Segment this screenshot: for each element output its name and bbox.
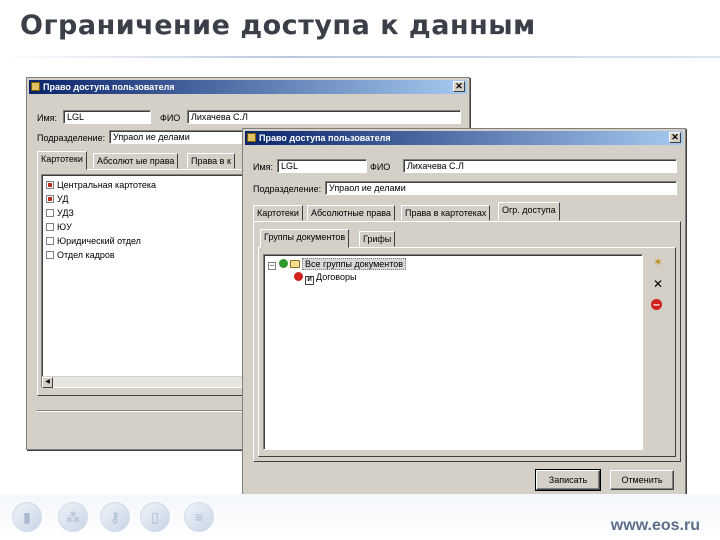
close-button[interactable]: ✕ <box>453 81 465 92</box>
name-field[interactable]: LGL <box>63 110 151 124</box>
tab-cards[interactable]: Картотеки <box>253 205 303 221</box>
front-window-title: Право доступа пользователя <box>259 133 391 143</box>
remove-icon[interactable]: – <box>651 298 662 310</box>
fio-label: ФИО <box>160 113 181 123</box>
tab-absolute-rights[interactable]: Абсолют ые права <box>93 153 179 169</box>
name-field[interactable]: LGL <box>277 159 367 173</box>
checkbox-icon[interactable] <box>46 195 54 203</box>
close-button[interactable]: ✕ <box>669 132 681 143</box>
add-icon[interactable]: ✶ <box>651 255 665 269</box>
dept-label: Подразделение: <box>253 184 322 194</box>
subtab-panel: – Все группы документов И Договоры ✶ ✕ – <box>258 247 676 457</box>
save-button[interactable]: Записать <box>535 469 601 491</box>
list-item[interactable]: Центральная картотека <box>46 179 156 191</box>
subtab-document-groups[interactable]: Группы документов <box>260 229 350 248</box>
tab-access-restriction[interactable]: Огр. доступа <box>498 202 560 221</box>
back-window-title: Право доступа пользователя <box>43 82 175 92</box>
dept-label: Подразделение: <box>37 133 106 143</box>
back-window-titlebar[interactable]: Право доступа пользователя ✕ <box>29 80 467 94</box>
book-icon: ▮ <box>12 502 42 532</box>
document-icon: ▯ <box>140 502 170 532</box>
cancel-button[interactable]: Отменить <box>610 470 674 490</box>
check-circle-icon <box>279 259 288 268</box>
tab-cards[interactable]: Картотеки <box>37 151 87 170</box>
tab-absolute-rights[interactable]: Абсолютные права <box>307 205 395 221</box>
fio-field[interactable]: Лихачева С.Л <box>187 110 461 124</box>
key-icon <box>31 82 40 91</box>
tree-icon: ⁂ <box>58 502 88 532</box>
checkbox-icon[interactable] <box>46 251 54 259</box>
checkbox-icon[interactable] <box>46 223 54 231</box>
tree-item-contracts[interactable]: И Договоры <box>294 271 356 285</box>
list-item[interactable]: Юридический отдел <box>46 235 141 247</box>
subtab-security-labels[interactable]: Грифы <box>359 231 396 247</box>
slide-title: Ограничение доступа к данным <box>20 10 536 41</box>
deny-icon <box>294 272 303 281</box>
fio-label: ФИО <box>370 162 391 172</box>
tab-rights-in-cards[interactable]: Права в картотеках <box>401 205 491 221</box>
tab-rights-in-cards[interactable]: Права в к <box>187 153 235 169</box>
footer-url[interactable]: www.eos.ru <box>611 517 700 535</box>
front-window-titlebar[interactable]: Право доступа пользователя ✕ <box>245 131 683 145</box>
clipboard-icon: ≡ <box>184 502 214 532</box>
fio-field[interactable]: Лихачева С.Л <box>403 159 677 173</box>
checkbox-icon[interactable] <box>46 237 54 245</box>
key-icon: ⚷ <box>100 502 130 532</box>
collapse-icon[interactable]: – <box>268 262 276 270</box>
folder-icon <box>290 260 300 268</box>
document-group-tree: – Все группы документов И Договоры <box>263 254 643 450</box>
list-item[interactable]: Отдел кадров <box>46 249 115 261</box>
delete-icon[interactable]: ✕ <box>651 277 665 291</box>
front-tab-panel: Группы документов Грифы – Все группы доку… <box>253 221 681 462</box>
name-label: Имя: <box>37 113 58 123</box>
list-item[interactable]: УДЗ <box>46 207 74 219</box>
title-divider <box>0 56 720 58</box>
checkbox-icon[interactable] <box>46 181 54 189</box>
front-window: Право доступа пользователя ✕ Имя: LGL ФИ… <box>242 128 686 498</box>
dept-field[interactable]: Упраол ие делами <box>325 181 677 195</box>
document-icon: И <box>305 276 314 285</box>
name-label: Имя: <box>253 162 274 172</box>
checkbox-icon[interactable] <box>46 209 54 217</box>
tree-item-all-groups[interactable]: – Все группы документов <box>268 258 407 270</box>
scroll-left-icon[interactable]: ◀ <box>42 377 53 388</box>
list-item[interactable]: УД <box>46 193 68 205</box>
list-item[interactable]: ЮУ <box>46 221 72 233</box>
key-icon <box>247 133 256 142</box>
